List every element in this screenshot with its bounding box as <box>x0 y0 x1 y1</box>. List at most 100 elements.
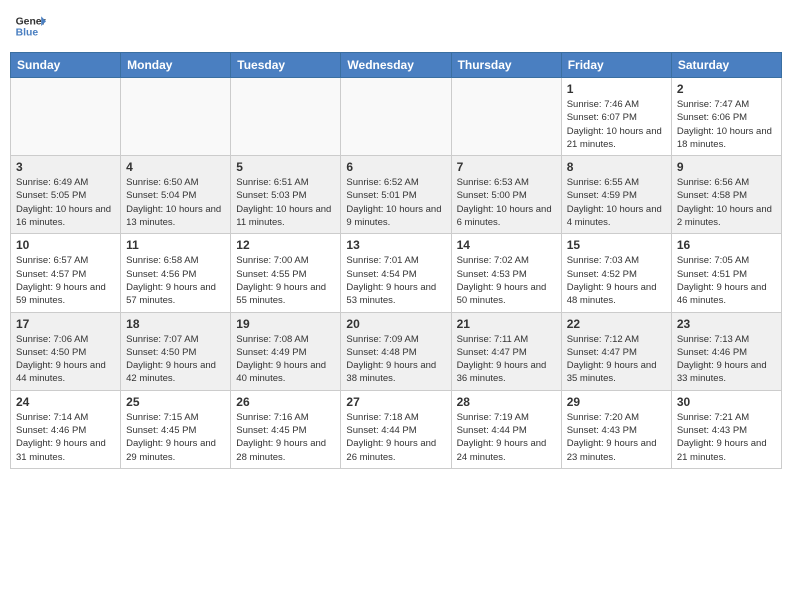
day-number: 10 <box>16 238 115 252</box>
logo-icon: General Blue <box>14 10 46 42</box>
day-number: 23 <box>677 317 776 331</box>
calendar-week-row: 3 Sunrise: 6:49 AM Sunset: 5:05 PM Daylig… <box>11 156 782 234</box>
day-info: Sunrise: 7:08 AM Sunset: 4:49 PM Dayligh… <box>236 333 335 386</box>
calendar-day-cell: 26 Sunrise: 7:16 AM Sunset: 4:45 PM Dayli… <box>231 390 341 468</box>
day-number: 3 <box>16 160 115 174</box>
day-number: 17 <box>16 317 115 331</box>
calendar-day-cell: 27Sunrise: 7:18 AM Sunset: 4:44 PM Dayli… <box>341 390 451 468</box>
calendar-day-cell: 11 Sunrise: 6:58 AM Sunset: 4:56 PM Dayli… <box>121 234 231 312</box>
calendar-day-cell: 19 Sunrise: 7:08 AM Sunset: 4:49 PM Dayli… <box>231 312 341 390</box>
calendar-day-cell <box>231 78 341 156</box>
calendar-week-row: 24Sunrise: 7:14 AM Sunset: 4:46 PM Dayli… <box>11 390 782 468</box>
day-number: 22 <box>567 317 666 331</box>
calendar-day-cell: 3 Sunrise: 6:49 AM Sunset: 5:05 PM Daylig… <box>11 156 121 234</box>
calendar-day-cell: 5 Sunrise: 6:51 AM Sunset: 5:03 PM Daylig… <box>231 156 341 234</box>
calendar-day-cell: 9 Sunrise: 6:56 AM Sunset: 4:58 PM Daylig… <box>671 156 781 234</box>
day-info: Sunrise: 6:55 AM Sunset: 4:59 PM Dayligh… <box>567 176 666 229</box>
calendar-day-cell: 30Sunrise: 7:21 AM Sunset: 4:43 PM Dayli… <box>671 390 781 468</box>
day-info: Sunrise: 7:01 AM Sunset: 4:54 PM Dayligh… <box>346 254 445 307</box>
calendar-day-cell: 16Sunrise: 7:05 AM Sunset: 4:51 PM Dayli… <box>671 234 781 312</box>
day-info: Sunrise: 7:15 AM Sunset: 4:45 PM Dayligh… <box>126 411 225 464</box>
calendar-day-cell: 15Sunrise: 7:03 AM Sunset: 4:52 PM Dayli… <box>561 234 671 312</box>
day-header-saturday: Saturday <box>671 53 781 78</box>
day-info: Sunrise: 6:50 AM Sunset: 5:04 PM Dayligh… <box>126 176 225 229</box>
day-header-thursday: Thursday <box>451 53 561 78</box>
calendar-day-cell: 1 Sunrise: 7:46 AM Sunset: 6:07 PM Daylig… <box>561 78 671 156</box>
calendar-week-row: 17 Sunrise: 7:06 AM Sunset: 4:50 PM Dayli… <box>11 312 782 390</box>
day-number: 12 <box>236 238 335 252</box>
calendar-day-cell: 21 Sunrise: 7:11 AM Sunset: 4:47 PM Dayli… <box>451 312 561 390</box>
day-number: 4 <box>126 160 225 174</box>
day-number: 5 <box>236 160 335 174</box>
day-info: Sunrise: 6:52 AM Sunset: 5:01 PM Dayligh… <box>346 176 445 229</box>
day-number: 21 <box>457 317 556 331</box>
calendar-day-cell: 12 Sunrise: 7:00 AM Sunset: 4:55 PM Dayli… <box>231 234 341 312</box>
calendar-day-cell: 8 Sunrise: 6:55 AM Sunset: 4:59 PM Daylig… <box>561 156 671 234</box>
day-info: Sunrise: 6:58 AM Sunset: 4:56 PM Dayligh… <box>126 254 225 307</box>
day-info: Sunrise: 6:51 AM Sunset: 5:03 PM Dayligh… <box>236 176 335 229</box>
day-number: 30 <box>677 395 776 409</box>
calendar-day-cell: 25Sunrise: 7:15 AM Sunset: 4:45 PM Dayli… <box>121 390 231 468</box>
day-number: 28 <box>457 395 556 409</box>
calendar-day-cell: 10 Sunrise: 6:57 AM Sunset: 4:57 PM Dayli… <box>11 234 121 312</box>
day-info: Sunrise: 7:12 AM Sunset: 4:47 PM Dayligh… <box>567 333 666 386</box>
calendar-day-cell <box>121 78 231 156</box>
day-info: Sunrise: 6:56 AM Sunset: 4:58 PM Dayligh… <box>677 176 776 229</box>
day-info: Sunrise: 7:47 AM Sunset: 6:06 PM Dayligh… <box>677 98 776 151</box>
calendar-day-cell: 13Sunrise: 7:01 AM Sunset: 4:54 PM Dayli… <box>341 234 451 312</box>
calendar-week-row: 1 Sunrise: 7:46 AM Sunset: 6:07 PM Daylig… <box>11 78 782 156</box>
calendar-day-cell <box>11 78 121 156</box>
calendar-day-cell: 18Sunrise: 7:07 AM Sunset: 4:50 PM Dayli… <box>121 312 231 390</box>
day-header-tuesday: Tuesday <box>231 53 341 78</box>
calendar-day-cell: 17 Sunrise: 7:06 AM Sunset: 4:50 PM Dayli… <box>11 312 121 390</box>
calendar-day-cell: 24Sunrise: 7:14 AM Sunset: 4:46 PM Dayli… <box>11 390 121 468</box>
calendar-day-cell: 22 Sunrise: 7:12 AM Sunset: 4:47 PM Dayli… <box>561 312 671 390</box>
day-info: Sunrise: 6:49 AM Sunset: 5:05 PM Dayligh… <box>16 176 115 229</box>
day-number: 29 <box>567 395 666 409</box>
day-info: Sunrise: 7:14 AM Sunset: 4:46 PM Dayligh… <box>16 411 115 464</box>
calendar-day-cell: 2Sunrise: 7:47 AM Sunset: 6:06 PM Daylig… <box>671 78 781 156</box>
day-info: Sunrise: 6:53 AM Sunset: 5:00 PM Dayligh… <box>457 176 556 229</box>
calendar-day-cell: 4 Sunrise: 6:50 AM Sunset: 5:04 PM Daylig… <box>121 156 231 234</box>
calendar-header-row: SundayMondayTuesdayWednesdayThursdayFrid… <box>11 53 782 78</box>
day-header-wednesday: Wednesday <box>341 53 451 78</box>
day-number: 27 <box>346 395 445 409</box>
day-number: 9 <box>677 160 776 174</box>
calendar-day-cell: 14 Sunrise: 7:02 AM Sunset: 4:53 PM Dayli… <box>451 234 561 312</box>
day-header-friday: Friday <box>561 53 671 78</box>
calendar-day-cell: 20 Sunrise: 7:09 AM Sunset: 4:48 PM Dayli… <box>341 312 451 390</box>
day-number: 26 <box>236 395 335 409</box>
day-number: 20 <box>346 317 445 331</box>
calendar-week-row: 10 Sunrise: 6:57 AM Sunset: 4:57 PM Dayli… <box>11 234 782 312</box>
day-info: Sunrise: 7:02 AM Sunset: 4:53 PM Dayligh… <box>457 254 556 307</box>
day-number: 8 <box>567 160 666 174</box>
day-number: 11 <box>126 238 225 252</box>
day-number: 6 <box>346 160 445 174</box>
calendar-day-cell: 29 Sunrise: 7:20 AM Sunset: 4:43 PM Dayli… <box>561 390 671 468</box>
day-info: Sunrise: 7:00 AM Sunset: 4:55 PM Dayligh… <box>236 254 335 307</box>
calendar-day-cell: 28 Sunrise: 7:19 AM Sunset: 4:44 PM Dayli… <box>451 390 561 468</box>
calendar-table: SundayMondayTuesdayWednesdayThursdayFrid… <box>10 52 782 469</box>
day-info: Sunrise: 7:09 AM Sunset: 4:48 PM Dayligh… <box>346 333 445 386</box>
day-info: Sunrise: 7:20 AM Sunset: 4:43 PM Dayligh… <box>567 411 666 464</box>
day-info: Sunrise: 7:46 AM Sunset: 6:07 PM Dayligh… <box>567 98 666 151</box>
day-number: 18 <box>126 317 225 331</box>
day-info: Sunrise: 7:03 AM Sunset: 4:52 PM Dayligh… <box>567 254 666 307</box>
day-info: Sunrise: 7:16 AM Sunset: 4:45 PM Dayligh… <box>236 411 335 464</box>
svg-text:Blue: Blue <box>16 28 39 39</box>
day-number: 16 <box>677 238 776 252</box>
day-info: Sunrise: 7:11 AM Sunset: 4:47 PM Dayligh… <box>457 333 556 386</box>
day-header-monday: Monday <box>121 53 231 78</box>
day-number: 14 <box>457 238 556 252</box>
day-number: 1 <box>567 82 666 96</box>
day-number: 7 <box>457 160 556 174</box>
day-info: Sunrise: 7:19 AM Sunset: 4:44 PM Dayligh… <box>457 411 556 464</box>
day-info: Sunrise: 7:06 AM Sunset: 4:50 PM Dayligh… <box>16 333 115 386</box>
calendar-day-cell: 23 Sunrise: 7:13 AM Sunset: 4:46 PM Dayli… <box>671 312 781 390</box>
day-number: 19 <box>236 317 335 331</box>
calendar-day-cell <box>451 78 561 156</box>
page-header: General Blue <box>10 10 782 42</box>
day-info: Sunrise: 6:57 AM Sunset: 4:57 PM Dayligh… <box>16 254 115 307</box>
calendar-day-cell <box>341 78 451 156</box>
day-info: Sunrise: 7:13 AM Sunset: 4:46 PM Dayligh… <box>677 333 776 386</box>
